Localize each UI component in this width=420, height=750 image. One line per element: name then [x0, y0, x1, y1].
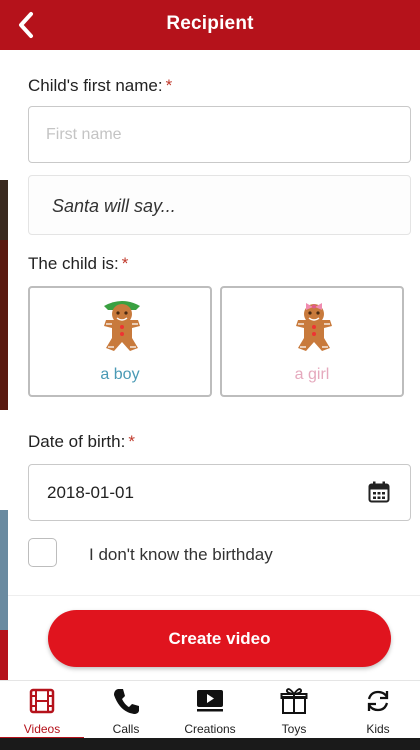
first-name-input[interactable]: [28, 106, 411, 163]
refresh-icon: [367, 690, 389, 712]
birth-date-label: Date of birth: *: [28, 432, 135, 452]
phone-icon: [114, 689, 139, 714]
tab-toys[interactable]: Toys: [252, 681, 336, 739]
unknown-birthday-checkbox[interactable]: [28, 538, 57, 567]
gender-option-boy[interactable]: a boy: [28, 286, 212, 397]
system-bottom-bar: [0, 738, 420, 750]
app-header: Recipient: [0, 0, 420, 50]
play-box-icon: [197, 690, 223, 712]
tab-label: Toys: [281, 722, 307, 736]
required-mark: *: [128, 432, 135, 451]
create-video-button[interactable]: Create video: [48, 610, 391, 667]
first-name-label-text: Child's first name:: [28, 76, 163, 95]
gender-option-label: a boy: [100, 366, 140, 383]
birth-date-label-text: Date of birth:: [28, 432, 126, 451]
recipient-form: Child's first name:* Santa will say... T…: [8, 50, 420, 680]
birth-date-value: 2018-01-01: [47, 483, 134, 502]
birth-date-field[interactable]: 2018-01-01: [28, 464, 411, 521]
gender-label: The child is: *: [28, 254, 128, 274]
gift-icon: [280, 688, 308, 714]
gingerbread-boy-icon: [104, 301, 140, 351]
santa-say-box: Santa will say...: [28, 175, 411, 235]
tab-label: Videos: [23, 722, 61, 736]
gender-option-girl[interactable]: a girl: [220, 286, 404, 397]
unknown-birthday-label: I don't know the birthday: [89, 545, 273, 564]
page-title: Recipient: [166, 13, 254, 34]
tab-label: Calls: [112, 722, 140, 736]
tab-videos[interactable]: Videos: [0, 681, 84, 739]
required-mark: *: [165, 76, 173, 95]
gender-label-text: The child is:: [28, 254, 119, 273]
first-name-label: Child's first name: *: [28, 76, 172, 96]
tab-kids[interactable]: Kids: [336, 681, 420, 739]
gingerbread-girl-icon: [296, 303, 332, 351]
tab-label: Creations: [184, 722, 236, 736]
divider: [8, 595, 420, 596]
tab-creations[interactable]: Creations: [168, 681, 252, 739]
film-icon: [29, 688, 55, 714]
tab-label: Kids: [366, 722, 390, 736]
gender-option-label: a girl: [294, 366, 330, 383]
santa-say-text: Santa will say...: [52, 196, 176, 216]
required-mark: *: [121, 254, 129, 273]
tab-calls[interactable]: Calls: [84, 681, 168, 739]
calendar-icon[interactable]: [368, 481, 390, 503]
bottom-tab-bar: Videos Calls Creations Toys Kids: [0, 680, 420, 739]
